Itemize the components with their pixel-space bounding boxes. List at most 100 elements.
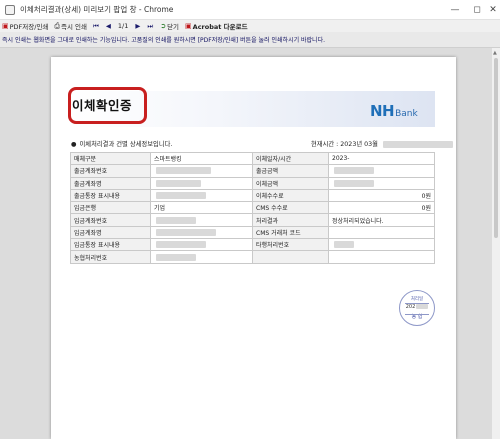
table-row: 입금계좌명 CMS 거래처 코드 [70, 225, 435, 240]
minimize-button[interactable]: — [444, 0, 466, 20]
table-row: 농협처리번호 [70, 250, 435, 264]
field-value: 0원 [328, 201, 435, 215]
field-value-text: 정상처리되었습니다. [332, 217, 384, 225]
field-label-text: 타행처리번호 [256, 242, 290, 250]
table-row: 출금계좌번호 출금금액 [70, 164, 435, 178]
redacted-block [156, 241, 206, 249]
field-label-text: 입금통장 표시내용 [74, 242, 121, 250]
table-row: 입금통장 표시내용 타행처리번호 [70, 238, 435, 252]
nh-bank-logo: NH Bank [370, 102, 418, 120]
print-now-button[interactable]: ⎙ 즉시 인쇄 [54, 21, 88, 32]
field-label: 이체금액 [252, 176, 329, 190]
vertical-scrollbar[interactable]: ▲ [492, 48, 500, 439]
field-label: 농협처리번호 [70, 250, 151, 264]
field-label: 입금은행 [70, 201, 151, 215]
redacted-block [382, 140, 453, 148]
acrobat-icon: ▣ [185, 22, 192, 30]
field-label-text: 처리결과 [256, 217, 279, 225]
scrollbar-thumb[interactable] [494, 58, 498, 238]
preview-toolbar: ▣ PDF저장/인쇄 ⎙ 즉시 인쇄 ⏮ ◀ 1/1 ▶ ⏭ ➲ 닫기 ▣ Ac… [0, 20, 500, 32]
stamp-divider [405, 303, 429, 304]
field-value [328, 176, 435, 190]
next-page-icon[interactable]: ▶ [135, 22, 140, 30]
acrobat-download-button[interactable]: ▣ Acrobat 다운로드 [185, 21, 248, 31]
field-label: CMS 수수료 [252, 201, 329, 215]
pdf-save-button[interactable]: ▣ PDF저장/인쇄 [2, 21, 48, 31]
last-page-icon[interactable]: ⏭ [147, 22, 153, 31]
logo-nh: NH [370, 102, 395, 120]
field-label: 입금계좌번호 [70, 213, 151, 227]
close-button[interactable]: ➲ 닫기 [160, 21, 179, 31]
field-label: 출금계좌명 [70, 176, 151, 190]
first-page-icon[interactable]: ⏮ [93, 22, 99, 31]
stamp-divider [405, 314, 429, 315]
exit-icon: ➲ [160, 22, 167, 30]
field-label: CMS 거래처 코드 [252, 225, 329, 240]
summary-text: 이체처리결과 건별 상세정보입니다. [79, 141, 173, 148]
stamp-date: 202 [400, 304, 434, 310]
redacted-block [416, 304, 429, 309]
field-label: 입금통장 표시내용 [70, 238, 151, 252]
field-value [150, 238, 253, 252]
field-label-text: 출금계좌번호 [74, 168, 108, 176]
table-row: 출금계좌명 이체금액 [70, 176, 435, 190]
redacted-block [156, 216, 196, 224]
field-value [150, 213, 253, 227]
field-label-text: 입금계좌명 [74, 229, 102, 237]
field-label-text: 출금금액 [256, 168, 279, 176]
stamp-date-text: 202 [405, 304, 416, 310]
redacted-block [334, 179, 374, 187]
field-label: 출금통장 표시내용 [70, 188, 151, 203]
field-value [150, 176, 253, 190]
field-value [150, 188, 253, 203]
info-message: 즉시 인쇄는 웹화면을 그대로 인쇄하는 기능입니다. 고품질의 인쇄를 원하시… [2, 37, 326, 44]
field-value-text: 스마트뱅킹 [154, 156, 182, 164]
field-value: 스마트뱅킹 [150, 151, 253, 166]
transfer-detail-table: 매체구분 스마트뱅킹 이체일자/시간 2023- 출금계좌번호 출금금액출금계좌명 이체금액… [70, 151, 435, 264]
redacted-block [156, 167, 211, 175]
field-label-text: 출금통장 표시내용 [74, 193, 121, 201]
redacted-block [334, 241, 354, 249]
field-label: 타행처리번호 [252, 238, 329, 252]
page-indicator: 1/1 [117, 22, 129, 30]
stamp-top: 처리일 [410, 297, 424, 302]
info-message-bar: 즉시 인쇄는 웹화면을 그대로 인쇄하는 기능입니다. 고품질의 인쇄를 원하시… [0, 32, 500, 48]
processing-stamp: 처리일 202 농 협 [399, 290, 435, 326]
field-label-text: 농협처리번호 [74, 254, 108, 262]
field-label-text: CMS 거래처 코드 [256, 229, 301, 237]
field-value-text: 0원 [421, 193, 431, 201]
field-label [252, 250, 329, 264]
field-value: 2023- [328, 151, 435, 166]
pdf-icon: ▣ [2, 22, 9, 30]
field-value-text: 기업 [154, 205, 166, 213]
printer-icon: ⎙ [54, 21, 61, 30]
field-label-text: 출금계좌명 [74, 180, 102, 188]
table-row: 매체구분 스마트뱅킹 이체일자/시간 2023- [70, 151, 435, 166]
redacted-block [156, 228, 216, 236]
field-value-text: 0원 [421, 205, 431, 213]
title-highlight-box [68, 87, 147, 124]
field-value [328, 250, 435, 264]
field-value [328, 225, 435, 240]
field-label-text: 매체구분 [74, 156, 97, 164]
field-label-text: CMS 수수료 [256, 205, 288, 213]
print-now-label: 즉시 인쇄 [61, 23, 88, 31]
field-label-text: 이체일자/시간 [256, 156, 292, 164]
field-label: 출금계좌번호 [70, 164, 151, 178]
prev-page-icon[interactable]: ◀ [106, 22, 111, 30]
acrobat-download-label: Acrobat 다운로드 [192, 23, 248, 31]
field-label: 이체수수료 [252, 188, 329, 203]
scroll-up-icon[interactable]: ▲ [493, 50, 497, 56]
table-row: 입금계좌번호 처리결과 정상처리되었습니다. [70, 213, 435, 227]
field-value [328, 164, 435, 178]
redacted-block [156, 179, 201, 187]
field-label: 이체일자/시간 [252, 151, 329, 166]
field-value [150, 250, 253, 264]
window-titlebar: 이체처리결과(상세) 미리보기 팝업 창 - Chrome — ◻ ✕ [0, 0, 500, 20]
close-window-button[interactable]: ✕ [482, 0, 500, 20]
redacted-block [156, 253, 196, 261]
field-value [150, 225, 253, 240]
field-label: 매체구분 [70, 151, 151, 166]
field-value: 기업 [150, 201, 253, 215]
table-row: 출금통장 표시내용 이체수수료 0원 [70, 188, 435, 203]
